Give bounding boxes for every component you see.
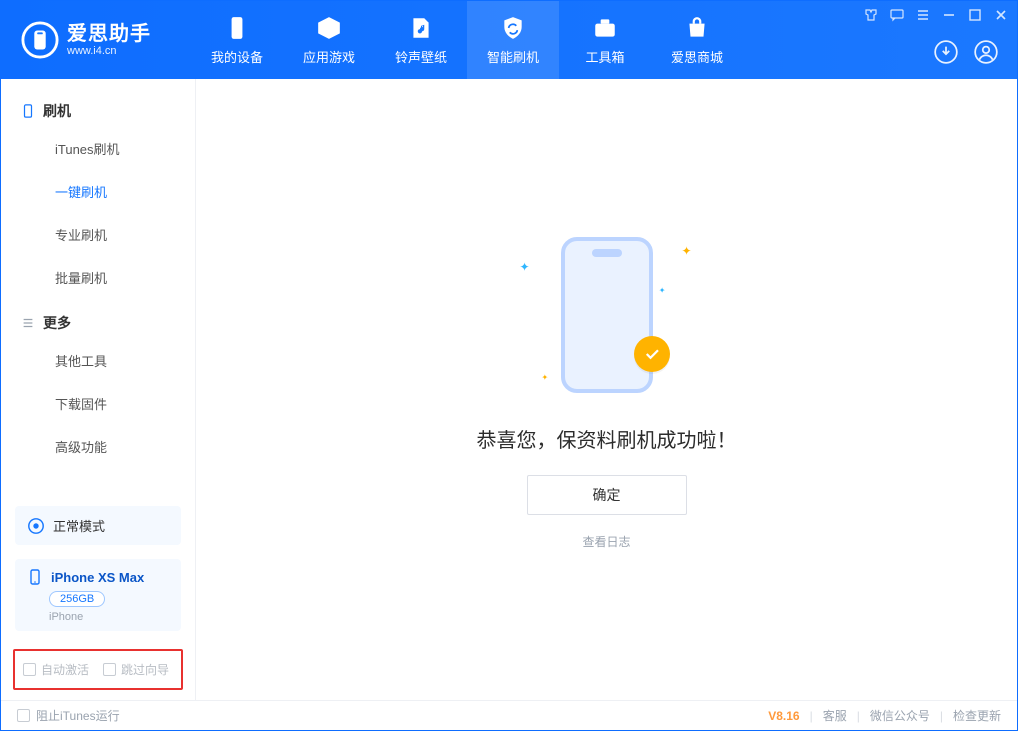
checkbox-icon bbox=[23, 663, 36, 676]
maximize-icon[interactable] bbox=[967, 7, 983, 23]
sidebar-item-oneclick-flash[interactable]: 一键刷机 bbox=[1, 170, 195, 213]
separator: | bbox=[940, 709, 943, 723]
shield-refresh-icon bbox=[500, 15, 526, 41]
main-content: ✦ ✦ ✦ ✦ 恭喜您，保资料刷机成功啦！ 确定 查看日志 bbox=[196, 79, 1017, 700]
tab-label: 爱思商城 bbox=[671, 47, 723, 66]
sidebar-item-other-tools[interactable]: 其他工具 bbox=[1, 339, 195, 382]
sidebar-item-download-firmware[interactable]: 下载固件 bbox=[1, 382, 195, 425]
app-header: 爱思助手 www.i4.cn 我的设备 应用游戏 铃声壁纸 智能刷机 工具箱 爱… bbox=[1, 1, 1017, 79]
success-message: 恭喜您，保资料刷机成功啦！ bbox=[477, 424, 737, 453]
separator: | bbox=[810, 709, 813, 723]
sparkle-icon: ✦ bbox=[542, 373, 549, 382]
flash-result: ✦ ✦ ✦ ✦ 恭喜您，保资料刷机成功啦！ 确定 查看日志 bbox=[477, 230, 737, 550]
close-icon[interactable] bbox=[993, 7, 1009, 23]
sidebar-item-itunes-flash[interactable]: iTunes刷机 bbox=[1, 127, 195, 170]
connected-device[interactable]: iPhone XS Max 256GB iPhone bbox=[15, 559, 181, 631]
mode-label: 正常模式 bbox=[53, 516, 105, 535]
view-log-link[interactable]: 查看日志 bbox=[582, 533, 630, 550]
header-tabs: 我的设备 应用游戏 铃声壁纸 智能刷机 工具箱 爱思商城 bbox=[191, 1, 743, 79]
account-icon[interactable] bbox=[973, 39, 999, 65]
option-label: 跳过向导 bbox=[121, 661, 169, 678]
minimize-icon[interactable] bbox=[941, 7, 957, 23]
device-mode[interactable]: 正常模式 bbox=[15, 506, 181, 545]
sidebar-item-advanced[interactable]: 高级功能 bbox=[1, 425, 195, 468]
success-illustration: ✦ ✦ ✦ ✦ bbox=[502, 230, 712, 400]
sidebar-item-batch-flash[interactable]: 批量刷机 bbox=[1, 256, 195, 299]
option-block-itunes[interactable]: 阻止iTunes运行 bbox=[17, 707, 120, 724]
ok-button[interactable]: 确定 bbox=[527, 475, 687, 515]
bag-icon bbox=[684, 15, 710, 41]
group-title: 更多 bbox=[43, 313, 71, 333]
tab-label: 工具箱 bbox=[585, 47, 624, 66]
mode-normal-icon bbox=[27, 517, 45, 535]
logo: 爱思助手 www.i4.cn bbox=[1, 21, 191, 59]
wechat-link[interactable]: 微信公众号 bbox=[870, 707, 930, 724]
tab-toolbox[interactable]: 工具箱 bbox=[559, 1, 651, 79]
device-small-icon bbox=[21, 104, 35, 118]
checkbox-icon bbox=[103, 663, 116, 676]
separator: | bbox=[857, 709, 860, 723]
download-icon[interactable] bbox=[933, 39, 959, 65]
success-check-icon bbox=[634, 336, 670, 372]
cube-icon bbox=[316, 15, 342, 41]
sidebar: 刷机 iTunes刷机 一键刷机 专业刷机 批量刷机 更多 其他工具 下载固件 … bbox=[1, 79, 196, 700]
flash-options: 自动激活 跳过向导 bbox=[13, 649, 183, 690]
toolbox-icon bbox=[592, 15, 618, 41]
group-title: 刷机 bbox=[43, 101, 71, 121]
header-actions bbox=[933, 39, 999, 65]
sparkle-icon: ✦ bbox=[659, 286, 666, 295]
tab-store[interactable]: 爱思商城 bbox=[651, 1, 743, 79]
phone-illustration-icon bbox=[561, 237, 653, 393]
tab-my-device[interactable]: 我的设备 bbox=[191, 1, 283, 79]
music-file-icon bbox=[408, 15, 434, 41]
option-skip-guide[interactable]: 跳过向导 bbox=[103, 661, 169, 678]
list-icon bbox=[21, 316, 35, 330]
window-controls bbox=[863, 7, 1009, 23]
tab-label: 我的设备 bbox=[211, 47, 263, 66]
menu-icon[interactable] bbox=[915, 7, 931, 23]
tab-apps[interactable]: 应用游戏 bbox=[283, 1, 375, 79]
device-capacity: 256GB bbox=[49, 591, 105, 607]
status-bar: 阻止iTunes运行 V8.16 | 客服 | 微信公众号 | 检查更新 bbox=[1, 700, 1017, 730]
device-type: iPhone bbox=[49, 611, 169, 623]
option-auto-activate[interactable]: 自动激活 bbox=[23, 661, 89, 678]
tab-flash[interactable]: 智能刷机 bbox=[467, 1, 559, 79]
device-icon bbox=[224, 15, 250, 41]
option-label: 阻止iTunes运行 bbox=[36, 707, 120, 724]
skin-icon[interactable] bbox=[863, 7, 879, 23]
check-update-link[interactable]: 检查更新 bbox=[953, 707, 1001, 724]
sparkle-icon: ✦ bbox=[520, 260, 530, 274]
app-name: 爱思助手 bbox=[67, 23, 151, 45]
version-label: V8.16 bbox=[768, 709, 799, 723]
phone-icon bbox=[27, 569, 43, 585]
sparkle-icon: ✦ bbox=[681, 244, 691, 258]
tab-label: 智能刷机 bbox=[487, 47, 539, 66]
tab-label: 铃声壁纸 bbox=[395, 47, 447, 66]
sidebar-group-more: 更多 bbox=[1, 299, 195, 339]
app-logo-icon bbox=[21, 21, 59, 59]
support-link[interactable]: 客服 bbox=[823, 707, 847, 724]
sidebar-group-flash: 刷机 bbox=[1, 87, 195, 127]
tab-label: 应用游戏 bbox=[303, 47, 355, 66]
feedback-icon[interactable] bbox=[889, 7, 905, 23]
device-name: iPhone XS Max bbox=[51, 570, 144, 585]
sidebar-item-pro-flash[interactable]: 专业刷机 bbox=[1, 213, 195, 256]
checkbox-icon bbox=[17, 709, 30, 722]
app-url: www.i4.cn bbox=[67, 45, 151, 57]
tab-ringtones[interactable]: 铃声壁纸 bbox=[375, 1, 467, 79]
option-label: 自动激活 bbox=[41, 661, 89, 678]
